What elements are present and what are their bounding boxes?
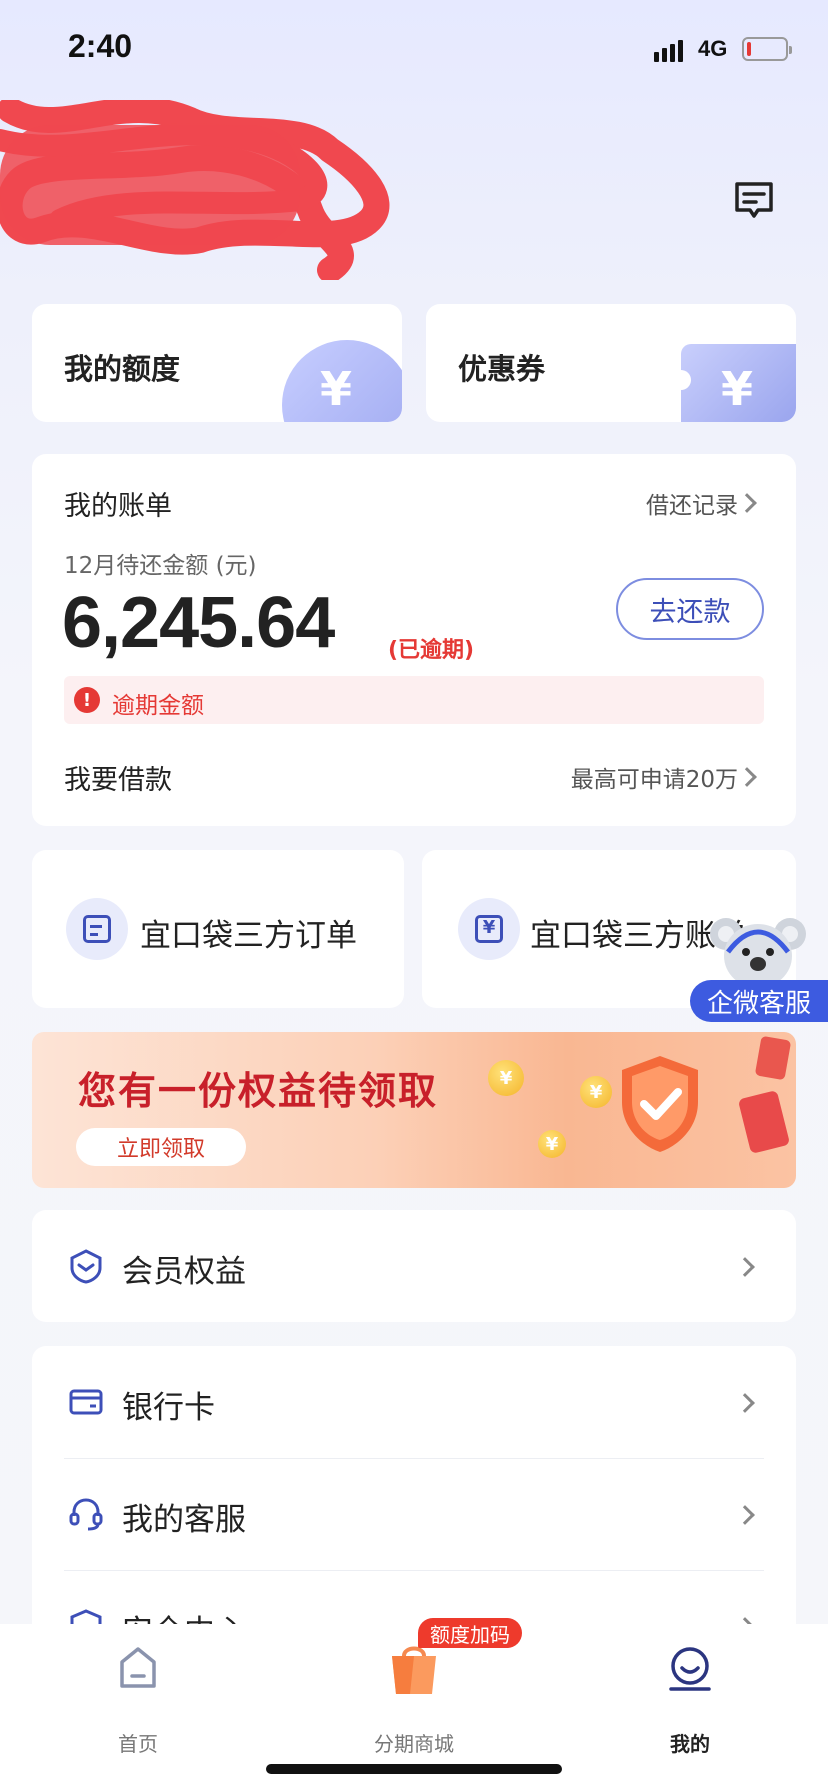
coupon-title: 优惠券 [458, 352, 546, 386]
my-quota-card[interactable]: 我的额度 ¥ [32, 304, 402, 422]
bank-card-label: 银行卡 [122, 1390, 215, 1426]
tab-mall[interactable]: 分期商城 [344, 1646, 484, 1756]
member-benefits-label: 会员权益 [122, 1254, 246, 1290]
promo-badge[interactable]: 额度加码 [418, 1618, 522, 1648]
warning-icon: ! [74, 687, 100, 713]
bill-title: 我的账单 [64, 491, 172, 522]
banner-claim-button[interactable]: 立即领取 [76, 1128, 246, 1166]
network-type: 4G [698, 36, 728, 61]
red-envelope-icon [737, 1089, 791, 1155]
overdue-notice-text: 逾期金额 [112, 693, 204, 719]
bill-history-link[interactable]: 借还记录 [646, 486, 738, 520]
chevron-right-icon [735, 1257, 755, 1277]
coupon-yen-icon: ¥ [671, 344, 796, 422]
profile-icon [669, 1647, 711, 1691]
order-document-icon [66, 898, 128, 960]
signal-icon [654, 36, 688, 62]
bill-card: 我的账单 借还记录 12月待还金额 (元) 6,245.64 (已逾期) 去还款… [32, 454, 796, 826]
coin-icon: ¥ [538, 1130, 566, 1158]
repay-button[interactable]: 去还款 [616, 578, 764, 640]
support-float-button[interactable]: 企微客服 [690, 980, 828, 1022]
tab-mine-label: 我的 [670, 1732, 710, 1756]
chevron-right-icon [737, 493, 757, 513]
coin-icon: ¥ [580, 1076, 612, 1108]
tab-home[interactable]: 首页 [68, 1646, 208, 1756]
coin-icon: ¥ [488, 1060, 524, 1096]
overdue-notice[interactable]: ! 逾期金额 [64, 676, 764, 724]
headset-icon [69, 1498, 103, 1531]
red-envelope-icon [754, 1035, 792, 1081]
status-bar: 2:40 4G [0, 0, 828, 100]
battery-icon [742, 37, 792, 61]
tab-mine[interactable]: 我的 [620, 1646, 760, 1756]
bill-amount: 6,245.64 [62, 583, 335, 663]
customer-service-label: 我的客服 [122, 1502, 246, 1538]
borrow-limit[interactable]: 最高可申请20万 [571, 760, 738, 794]
message-icon[interactable] [732, 178, 776, 222]
tab-home-label: 首页 [118, 1732, 158, 1756]
shield-check-icon [622, 1056, 698, 1152]
coupon-card[interactable]: 优惠券 ¥ [426, 304, 796, 422]
redacted-profile-scribble [0, 100, 390, 280]
bank-card-icon [69, 1389, 103, 1415]
bank-card-row[interactable]: 银行卡 [32, 1346, 796, 1458]
overdue-tag: (已逾期) [388, 638, 475, 663]
quota-yen-icon: ¥ [282, 340, 402, 422]
bill-yen-icon: ¥ [458, 898, 520, 960]
chevron-right-icon [735, 1393, 755, 1413]
borrow-label[interactable]: 我要借款 [64, 758, 172, 797]
status-time: 2:40 [68, 28, 133, 64]
home-icon [120, 1647, 156, 1688]
customer-service-row[interactable]: 我的客服 [32, 1458, 796, 1570]
chevron-right-icon [737, 767, 757, 787]
home-indicator[interactable] [266, 1764, 562, 1774]
chevron-right-icon [735, 1505, 755, 1525]
member-badge-icon [70, 1249, 102, 1284]
banner-title: 您有一份权益待领取 [78, 1069, 439, 1113]
my-quota-title: 我的额度 [64, 352, 181, 386]
shortcut-orders-label: 宜口袋三方订单 [140, 918, 357, 954]
benefit-banner[interactable]: 您有一份权益待领取 立即领取 ¥ ¥ ¥ [32, 1032, 796, 1188]
member-benefits-row[interactable]: 会员权益 [32, 1210, 796, 1322]
tab-mall-label: 分期商城 [374, 1732, 454, 1756]
bill-period-label: 12月待还金额 (元) [64, 553, 257, 579]
shortcut-orders[interactable]: 宜口袋三方订单 [32, 850, 404, 1008]
